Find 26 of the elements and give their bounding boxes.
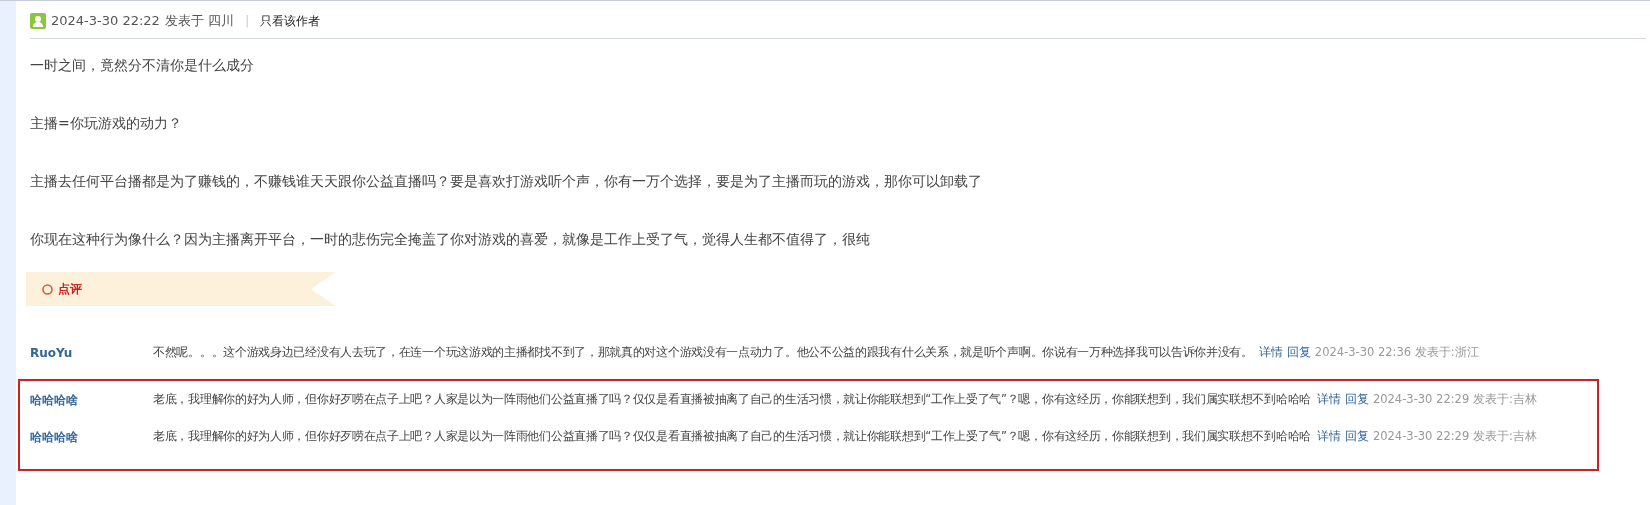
comment-meta: 2024-3-30 22:36 发表于:浙江 xyxy=(1314,343,1479,361)
author-only-link[interactable]: 只看该作者 xyxy=(260,11,321,30)
post-paragraph: 主播去任何平台播都是为了赚钱的，不赚钱谁天天跟你公益直播吗？要是喜欢打游戏听个声，你有一万个选择，要是为了主播而玩的游戏，那你可以卸载了 xyxy=(30,172,983,191)
reply-link[interactable]: 回复 xyxy=(1344,427,1369,446)
details-link[interactable]: 详情 xyxy=(1258,343,1283,362)
comment-meta: 2024-3-30 22:29 发表于:吉林 xyxy=(1372,390,1537,408)
separator: | xyxy=(244,11,251,30)
comment-text: 不然呢。。。这个游戏身边已经没有人去玩了，在连一个玩这游戏的主播都找不到了，那就真的对这个游戏没有一点动力了。他公不公益的跟我有什么关系，就是听个声啊。你说有一万种选择我可以告诉你并没有。 xyxy=(153,343,1253,361)
user-icon xyxy=(30,12,46,29)
comment-user[interactable]: 哈哈哈啥 xyxy=(30,427,153,446)
post-paragraph: 主播=你玩游戏的动力？ xyxy=(30,114,183,133)
comment-text: 老底，我理解你的好为人师，但你好歹唠在点子上吧？人家是以为一阵雨他们公益直播了吗？仅仅是看直播被抽离了自己的生活习惯，就让你能联想到“工作上受了气”？嗯，你有这经历，你能联想到，我们属实联想不到哈哈哈 xyxy=(153,427,1311,445)
post-paragraph: 一时之间，竟然分不清你是什么成分 xyxy=(30,56,255,75)
reply-link[interactable]: 回复 xyxy=(1344,390,1369,409)
comment-text: 老底，我理解你的好为人师，但你好歹唠在点子上吧？人家是以为一阵雨他们公益直播了吗？仅仅是看直播被抽离了自己的生活习惯，就让你能联想到“工作上受了气”？嗯，你有这经历，你能联想到，我们属实联想不到哈哈哈 xyxy=(153,390,1311,408)
details-link[interactable]: 详情 xyxy=(1316,390,1341,409)
post-location: 发表于 四川 xyxy=(164,11,234,30)
reply-link[interactable]: 回复 xyxy=(1286,343,1311,362)
circle-icon xyxy=(42,283,53,295)
post-paragraph: 你现在这种行为像什么？因为主播离开平台，一时的悲伤完全掩盖了你对游戏的喜爱，就像是工作上受了气，觉得人生都不值得了，很纯 xyxy=(30,230,871,249)
post-datetime: 2024-3-30 22:22 xyxy=(51,11,160,30)
comment-user[interactable]: RuoYu xyxy=(30,343,153,362)
comment-meta: 2024-3-30 22:29 发表于:吉林 xyxy=(1372,427,1537,445)
comment-user[interactable]: 哈哈哈啥 xyxy=(30,390,153,409)
details-link[interactable]: 详情 xyxy=(1316,427,1341,446)
banner-title: 点评 xyxy=(58,281,82,298)
